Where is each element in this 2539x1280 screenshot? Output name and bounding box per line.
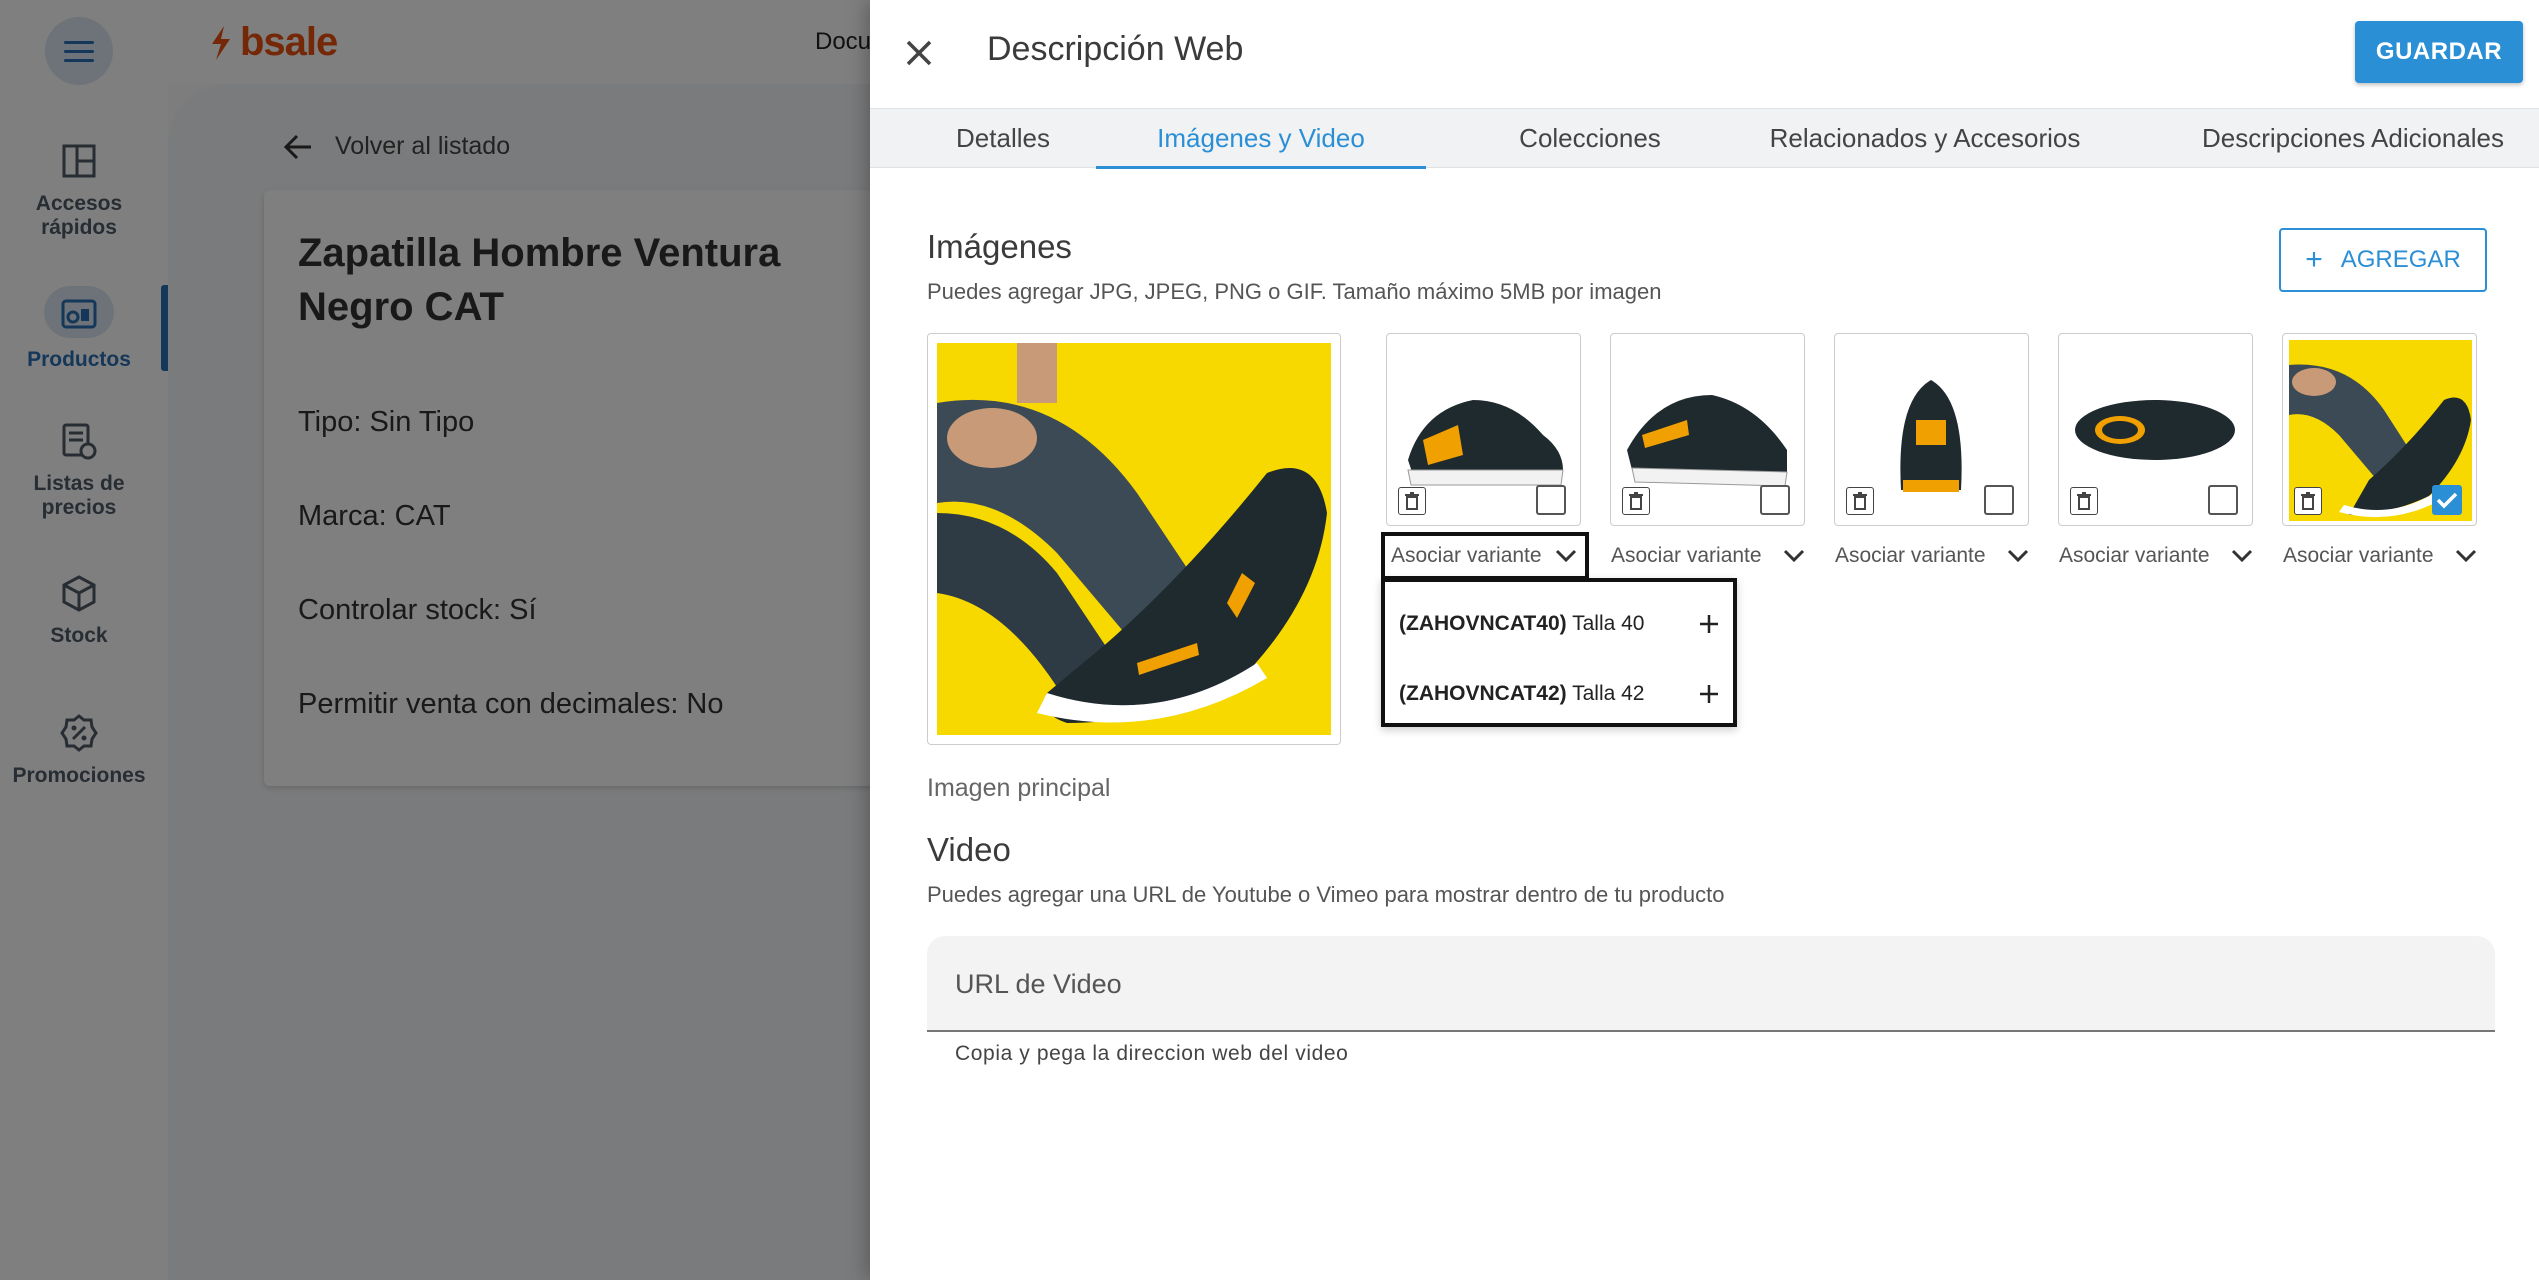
- main-image[interactable]: [927, 333, 1341, 745]
- associate-variant-label: Asociar variante: [2059, 544, 2210, 567]
- video-url-input[interactable]: [955, 962, 2455, 1006]
- chevron-down-icon: [2455, 549, 2477, 563]
- video-url-helper: Copia y pega la direccion web del video: [955, 1042, 1349, 1065]
- video-section-description: Puedes agregar una URL de Youtube o Vime…: [927, 882, 1725, 907]
- trash-icon: [1629, 492, 1643, 510]
- images-section-title: Imágenes: [927, 228, 1072, 265]
- image-thumbnail[interactable]: [1834, 333, 2029, 526]
- image-thumbnail[interactable]: [2058, 333, 2253, 526]
- shoe-photo-image: [937, 343, 1331, 735]
- video-section-title: Video: [927, 831, 1011, 868]
- drawer-header: Descripción Web GUARDAR: [870, 0, 2539, 108]
- variant-code: (ZAHOVNCAT40): [1399, 612, 1567, 635]
- plus-icon: [1700, 615, 1718, 633]
- select-image-checkbox[interactable]: [2432, 485, 2462, 515]
- chevron-down-icon: [2007, 549, 2029, 563]
- delete-image-button[interactable]: [2070, 487, 2098, 515]
- select-image-checkbox[interactable]: [1984, 485, 2014, 515]
- tab-relacionados[interactable]: Relacionados y Accesorios: [1750, 109, 2100, 168]
- close-button[interactable]: [890, 24, 948, 82]
- associate-variant-select[interactable]: Asociar variante: [1381, 532, 1589, 580]
- select-image-checkbox[interactable]: [1760, 485, 1790, 515]
- select-image-checkbox[interactable]: [2208, 485, 2238, 515]
- tab-imagenes-video[interactable]: Imágenes y Video: [1096, 109, 1426, 169]
- delete-image-button[interactable]: [1398, 487, 1426, 515]
- associate-variant-select[interactable]: Asociar variante: [2277, 532, 2485, 580]
- check-icon: [2436, 492, 2458, 509]
- plus-icon: [1700, 685, 1718, 703]
- chevron-down-icon: [1555, 549, 1577, 563]
- chevron-down-icon: [1783, 549, 1805, 563]
- tab-colecciones[interactable]: Colecciones: [1483, 109, 1697, 168]
- image-thumbnail[interactable]: [2282, 333, 2477, 526]
- drawer-title: Descripción Web: [987, 30, 1244, 68]
- web-description-drawer: Descripción Web GUARDAR Detalles Imágene…: [870, 0, 2539, 1280]
- delete-image-button[interactable]: [1846, 487, 1874, 515]
- variant-code: (ZAHOVNCAT42): [1399, 682, 1567, 705]
- trash-icon: [2077, 492, 2091, 510]
- variant-option-text: (ZAHOVNCAT40) Talla 40: [1399, 612, 1644, 636]
- trash-icon: [1405, 492, 1419, 510]
- trash-icon: [2301, 492, 2315, 510]
- associate-variant-select[interactable]: Asociar variante: [1605, 532, 1813, 580]
- associate-variant-select[interactable]: Asociar variante: [2053, 532, 2261, 580]
- delete-image-button[interactable]: [1622, 487, 1650, 515]
- variant-dropdown-menu: (ZAHOVNCAT40) Talla 40 (ZAHOVNCAT42) Tal…: [1381, 578, 1737, 727]
- tab-bar: Detalles Imágenes y Video Colecciones Re…: [870, 108, 2539, 169]
- variant-option[interactable]: (ZAHOVNCAT42) Talla 42: [1399, 669, 1719, 719]
- delete-image-button[interactable]: [2294, 487, 2322, 515]
- chevron-down-icon: [2231, 549, 2253, 563]
- variant-option-text: (ZAHOVNCAT42) Talla 42: [1399, 682, 1644, 706]
- variant-option[interactable]: (ZAHOVNCAT40) Talla 40: [1399, 599, 1719, 649]
- images-section-description: Puedes agregar JPG, JPEG, PNG o GIF. Tam…: [927, 279, 1662, 304]
- video-url-field[interactable]: [927, 936, 2495, 1032]
- main-image-caption: Imagen principal: [927, 774, 1111, 802]
- tab-detalles[interactable]: Detalles: [928, 109, 1078, 168]
- image-thumbnail[interactable]: [1610, 333, 1805, 526]
- save-button[interactable]: GUARDAR: [2355, 21, 2523, 83]
- associate-variant-select[interactable]: Asociar variante: [1829, 532, 2037, 580]
- select-image-checkbox[interactable]: [1536, 485, 1566, 515]
- trash-icon: [1853, 492, 1867, 510]
- tab-descripciones-adicionales[interactable]: Descripciones Adicionales: [2178, 109, 2528, 168]
- associate-variant-label: Asociar variante: [2283, 544, 2434, 567]
- add-image-label: AGREGAR: [2340, 246, 2461, 273]
- associate-variant-label: Asociar variante: [1835, 544, 1986, 567]
- variant-size: Talla 42: [1572, 682, 1645, 705]
- plus-icon: +: [2305, 243, 2323, 276]
- add-image-button[interactable]: + AGREGAR: [2279, 228, 2487, 292]
- associate-variant-label: Asociar variante: [1611, 544, 1762, 567]
- associate-variant-label: Asociar variante: [1391, 544, 1542, 567]
- image-thumbnail[interactable]: [1386, 333, 1581, 526]
- main-image-photo: [937, 343, 1331, 735]
- variant-size: Talla 40: [1572, 612, 1645, 635]
- close-icon: [906, 40, 932, 66]
